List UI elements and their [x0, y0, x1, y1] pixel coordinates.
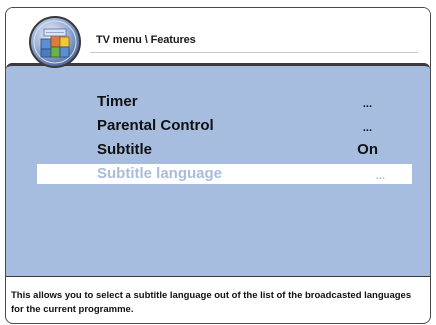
menu-item-label: Parental Control	[97, 117, 214, 134]
menu-item-value: ...	[375, 170, 385, 182]
header-divider	[90, 52, 418, 53]
menu-item-label: Subtitle language	[97, 165, 223, 182]
help-text: This allows you to select a subtitle lan…	[11, 290, 412, 315]
menu-item-parental-control[interactable]: Parental Control ...	[6, 116, 430, 136]
menu-item-subtitle[interactable]: Subtitle On	[6, 140, 430, 160]
menu-item-value: ...	[362, 98, 372, 110]
menu-item-subtitle-language[interactable]: Subtitle language ...	[37, 164, 412, 184]
menu-item-timer[interactable]: Timer ...	[6, 92, 430, 112]
menu-panel: Timer ... Parental Control ... Subtitle …	[6, 63, 430, 276]
features-icon	[28, 15, 82, 69]
breadcrumb: TV menu \ Features	[96, 34, 196, 46]
menu-item-label: Timer	[97, 93, 138, 110]
menu-item-value: On	[357, 141, 378, 158]
menu-item-value: ...	[362, 122, 372, 134]
help-divider	[6, 276, 430, 277]
menu-item-label: Subtitle	[97, 141, 152, 158]
